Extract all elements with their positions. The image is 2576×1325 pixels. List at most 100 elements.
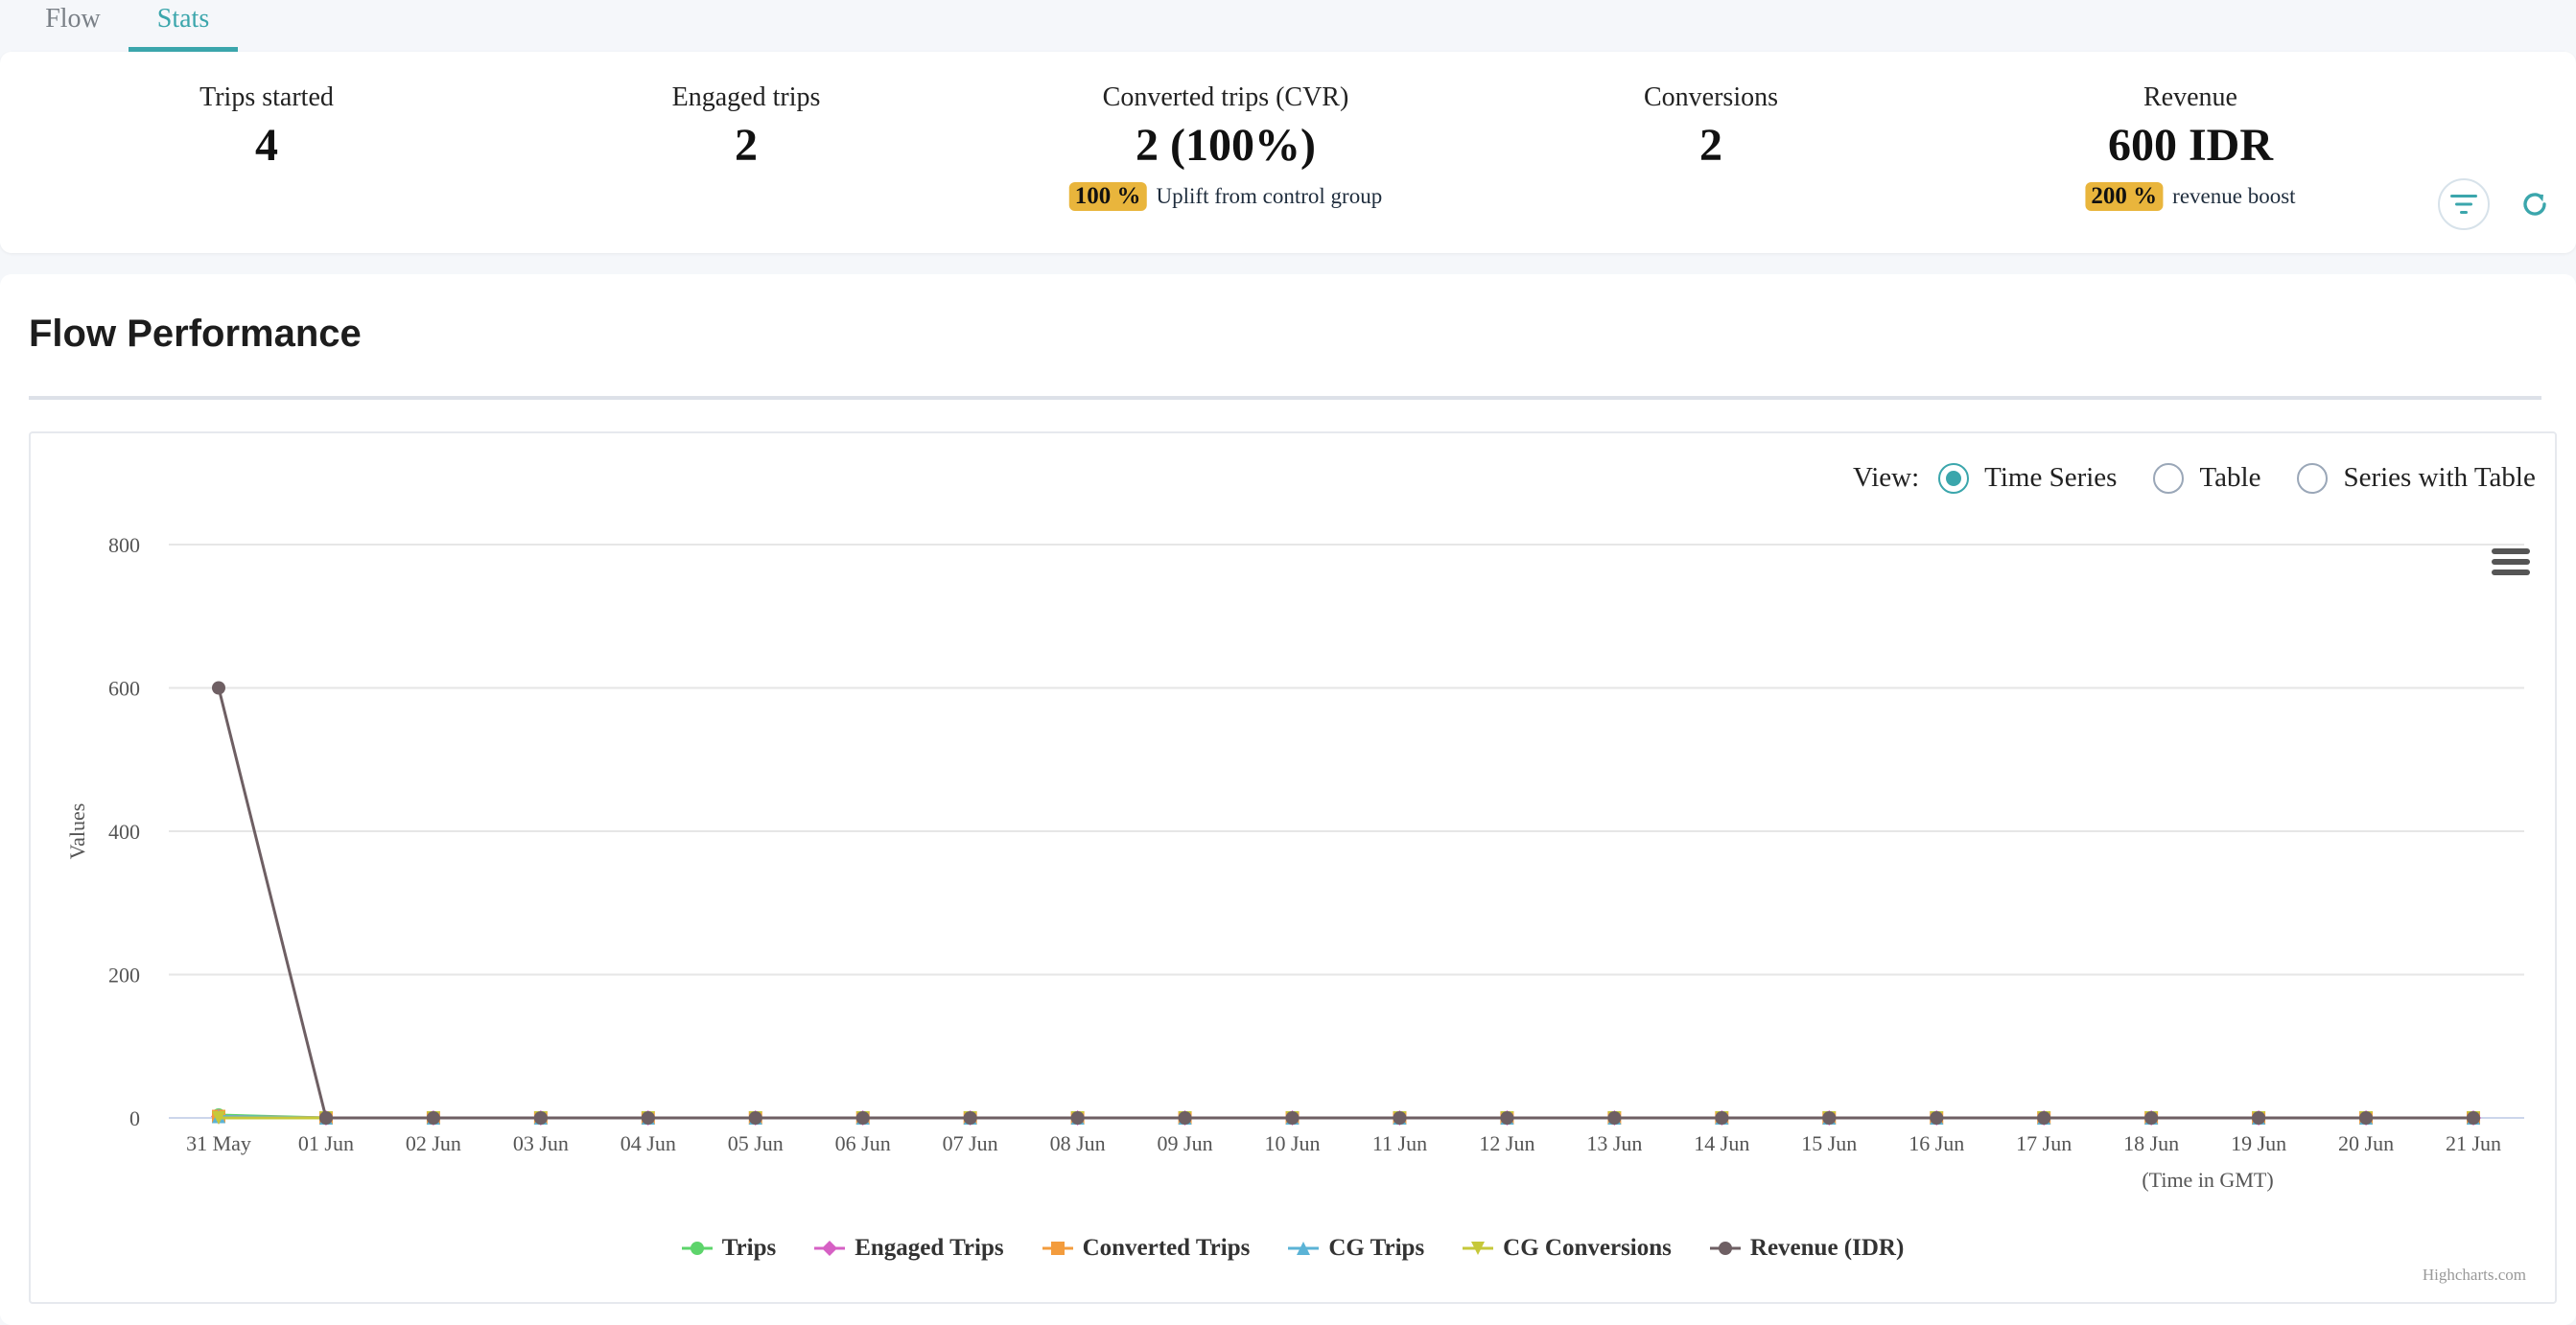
x-tick-label: 02 Jun [406, 1131, 461, 1155]
x-tick-label: 07 Jun [943, 1131, 998, 1155]
legend-item-revenue-idr[interactable]: Revenue (IDR) [1709, 1235, 1904, 1262]
legend-symbol [1709, 1242, 1741, 1255]
data-point-revenue-idr [641, 1111, 655, 1125]
stat-label: Conversions [1644, 82, 1778, 112]
data-point-revenue-idr [2144, 1111, 2159, 1125]
flow-performance-card: Flow Performance View: Time Series Table… [0, 274, 2576, 1325]
x-tick-label: 18 Jun [2123, 1131, 2179, 1155]
stat-value: 2 [1699, 120, 1722, 171]
stats-summary-card: Trips started 4 Engaged trips 2 Converte… [0, 52, 2576, 253]
x-tick-label: 05 Jun [728, 1131, 784, 1155]
stat-revenue: Revenue 600 IDR 200 % revenue boost [2085, 81, 2296, 211]
uplift-badge: 100 % [1068, 182, 1147, 211]
x-tick-label: 21 Jun [2446, 1131, 2501, 1155]
tab-flow[interactable]: Flow [25, 0, 121, 52]
data-point-revenue-idr [963, 1111, 977, 1125]
legend-label: Trips [721, 1235, 777, 1261]
data-point-revenue-idr [748, 1111, 762, 1125]
legend-symbol [1463, 1242, 1494, 1255]
data-point-revenue-idr [1822, 1111, 1837, 1125]
data-point-revenue-idr [1607, 1111, 1622, 1125]
data-point-revenue-idr [318, 1111, 333, 1125]
legend-label: CG Conversions [1503, 1235, 1672, 1261]
stat-converted-trips: Converted trips (CVR) 2 (100%) 100 % Upl… [1068, 81, 1383, 211]
data-point-revenue-idr [2252, 1111, 2266, 1125]
data-point-revenue-idr [533, 1111, 548, 1125]
x-tick-label: 11 Jun [1372, 1131, 1427, 1155]
section-title: Flow Performance [29, 313, 362, 355]
legend-label: Engaged Trips [855, 1235, 1004, 1261]
stat-conversions: Conversions 2 [1644, 81, 1778, 174]
x-tick-label: 08 Jun [1050, 1131, 1106, 1155]
y-tick-label: 200 [108, 964, 140, 988]
data-point-revenue-idr [1930, 1111, 1944, 1125]
y-axis-title: Values [65, 803, 89, 860]
data-point-revenue-idr [426, 1111, 440, 1125]
line-chart: 0 200 400 600 800 Values 31 May 01 Jun 02 Jun 03 … [65, 533, 2524, 1192]
data-point-revenue-idr [1500, 1111, 1514, 1125]
revenue-boost-text: revenue boost [2172, 184, 2296, 208]
legend-item-engaged-trips[interactable]: Engaged Trips [814, 1235, 1004, 1262]
legend-symbol [681, 1242, 713, 1255]
stat-value: 2 [735, 120, 758, 171]
stat-label: Engaged trips [671, 82, 821, 112]
stat-engaged-trips: Engaged trips 2 [672, 81, 821, 174]
data-point-revenue-idr [2359, 1111, 2374, 1125]
data-point-revenue-idr [2037, 1111, 2051, 1125]
x-tick-label: 04 Jun [621, 1131, 676, 1155]
x-tick-label: 01 Jun [298, 1131, 354, 1155]
stat-label: Revenue [2143, 82, 2237, 112]
stat-value: 4 [254, 120, 278, 171]
x-tick-label: 03 Jun [513, 1131, 569, 1155]
x-tick-label: 10 Jun [1264, 1131, 1320, 1155]
chart-credits: Highcharts.com [2422, 1266, 2526, 1284]
filter-button[interactable] [2438, 178, 2490, 230]
stat-label: Converted trips (CVR) [1102, 82, 1349, 112]
uplift-text: Uplift from control group [1156, 184, 1383, 208]
data-point-revenue-idr [2467, 1111, 2480, 1125]
tab-stats[interactable]: Stats [129, 0, 238, 52]
x-tick-label: 20 Jun [2338, 1131, 2394, 1155]
data-point-revenue-idr [212, 681, 225, 695]
data-point-revenue-idr [1715, 1111, 1729, 1125]
data-point-revenue-idr [1178, 1111, 1192, 1125]
legend-label: CG Trips [1328, 1235, 1425, 1261]
refresh-button[interactable] [2509, 178, 2561, 230]
tab-bar: Flow Stats [0, 0, 2576, 52]
legend-item-trips[interactable]: Trips [681, 1235, 777, 1262]
stat-revenue-boost: 200 % revenue boost [2085, 182, 2296, 211]
stat-uplift: 100 % Uplift from control group [1068, 182, 1383, 211]
legend-symbol [814, 1241, 846, 1256]
legend-symbol [1288, 1242, 1320, 1255]
legend-item-cg-trips[interactable]: CG Trips [1288, 1235, 1424, 1262]
x-tick-label: 15 Jun [1801, 1131, 1857, 1155]
legend-symbol [1042, 1242, 1073, 1255]
x-tick-label: 17 Jun [2016, 1131, 2072, 1155]
chart-container: View: Time Series Table Series with Tabl… [29, 431, 2557, 1304]
legend-item-cg-conversions[interactable]: CG Conversions [1463, 1235, 1672, 1262]
y-tick-label: 0 [129, 1106, 140, 1130]
x-tick-label: 14 Jun [1694, 1131, 1749, 1155]
stat-label: Trips started [199, 82, 334, 112]
x-tick-label: 06 Jun [835, 1131, 891, 1155]
y-tick-label: 800 [108, 533, 140, 557]
data-point-revenue-idr [1285, 1111, 1300, 1125]
x-tick-label: 12 Jun [1479, 1131, 1534, 1155]
legend-item-converted-trips[interactable]: Converted Trips [1042, 1235, 1251, 1262]
x-tick-label: 13 Jun [1586, 1131, 1642, 1155]
section-divider [29, 396, 2541, 400]
x-tick-label: 31 May [186, 1131, 251, 1155]
revenue-boost-badge: 200 % [2085, 182, 2164, 211]
y-tick-label: 600 [108, 677, 140, 701]
y-tick-label: 400 [108, 820, 140, 844]
data-point-revenue-idr [1393, 1111, 1407, 1125]
x-axis-title: (Time in GMT) [2142, 1168, 2273, 1192]
legend-label: Converted Trips [1082, 1235, 1251, 1261]
data-point-revenue-idr [1070, 1111, 1085, 1125]
refresh-icon [2523, 193, 2546, 216]
filter-icon [2450, 195, 2477, 214]
series-line-revenue-idr [217, 687, 2473, 1120]
x-tick-label: 16 Jun [1909, 1131, 1964, 1155]
stat-trips-started: Trips started 4 [199, 81, 334, 174]
stat-value: 600 IDR [2107, 120, 2274, 171]
